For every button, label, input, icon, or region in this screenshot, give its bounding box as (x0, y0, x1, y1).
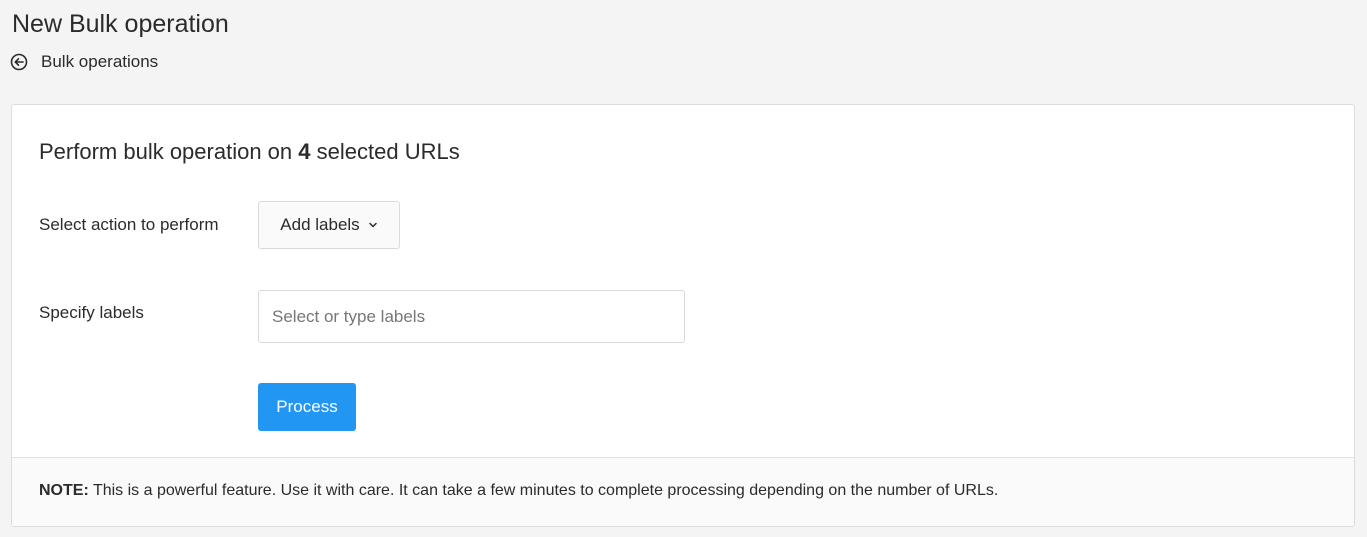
labels-input[interactable] (258, 290, 685, 343)
back-link-label: Bulk operations (41, 52, 159, 71)
bulk-operation-card: Perform bulk operation on 4 selected URL… (11, 104, 1355, 527)
process-button[interactable]: Process (258, 383, 356, 431)
note-label: NOTE: (39, 482, 89, 499)
specify-labels-label: Specify labels (39, 303, 144, 322)
card-heading: Perform bulk operation on 4 selected URL… (39, 139, 460, 165)
note-text: This is a powerful feature. Use it with … (92, 482, 999, 499)
heading-prefix: Perform bulk operation on (39, 139, 293, 164)
action-dropdown[interactable]: Add labels (258, 201, 400, 249)
page-title: New Bulk operation (12, 10, 229, 38)
chevron-down-icon (368, 220, 378, 230)
heading-suffix: selected URLs (316, 139, 460, 164)
arrow-left-circle-icon (10, 53, 28, 71)
note-footer: NOTE: This is a powerful feature. Use it… (12, 457, 1354, 526)
selected-count: 4 (298, 139, 311, 164)
action-label: Select action to perform (39, 215, 219, 234)
action-dropdown-value: Add labels (280, 215, 360, 234)
back-to-bulk-operations-link[interactable]: Bulk operations (10, 52, 158, 72)
